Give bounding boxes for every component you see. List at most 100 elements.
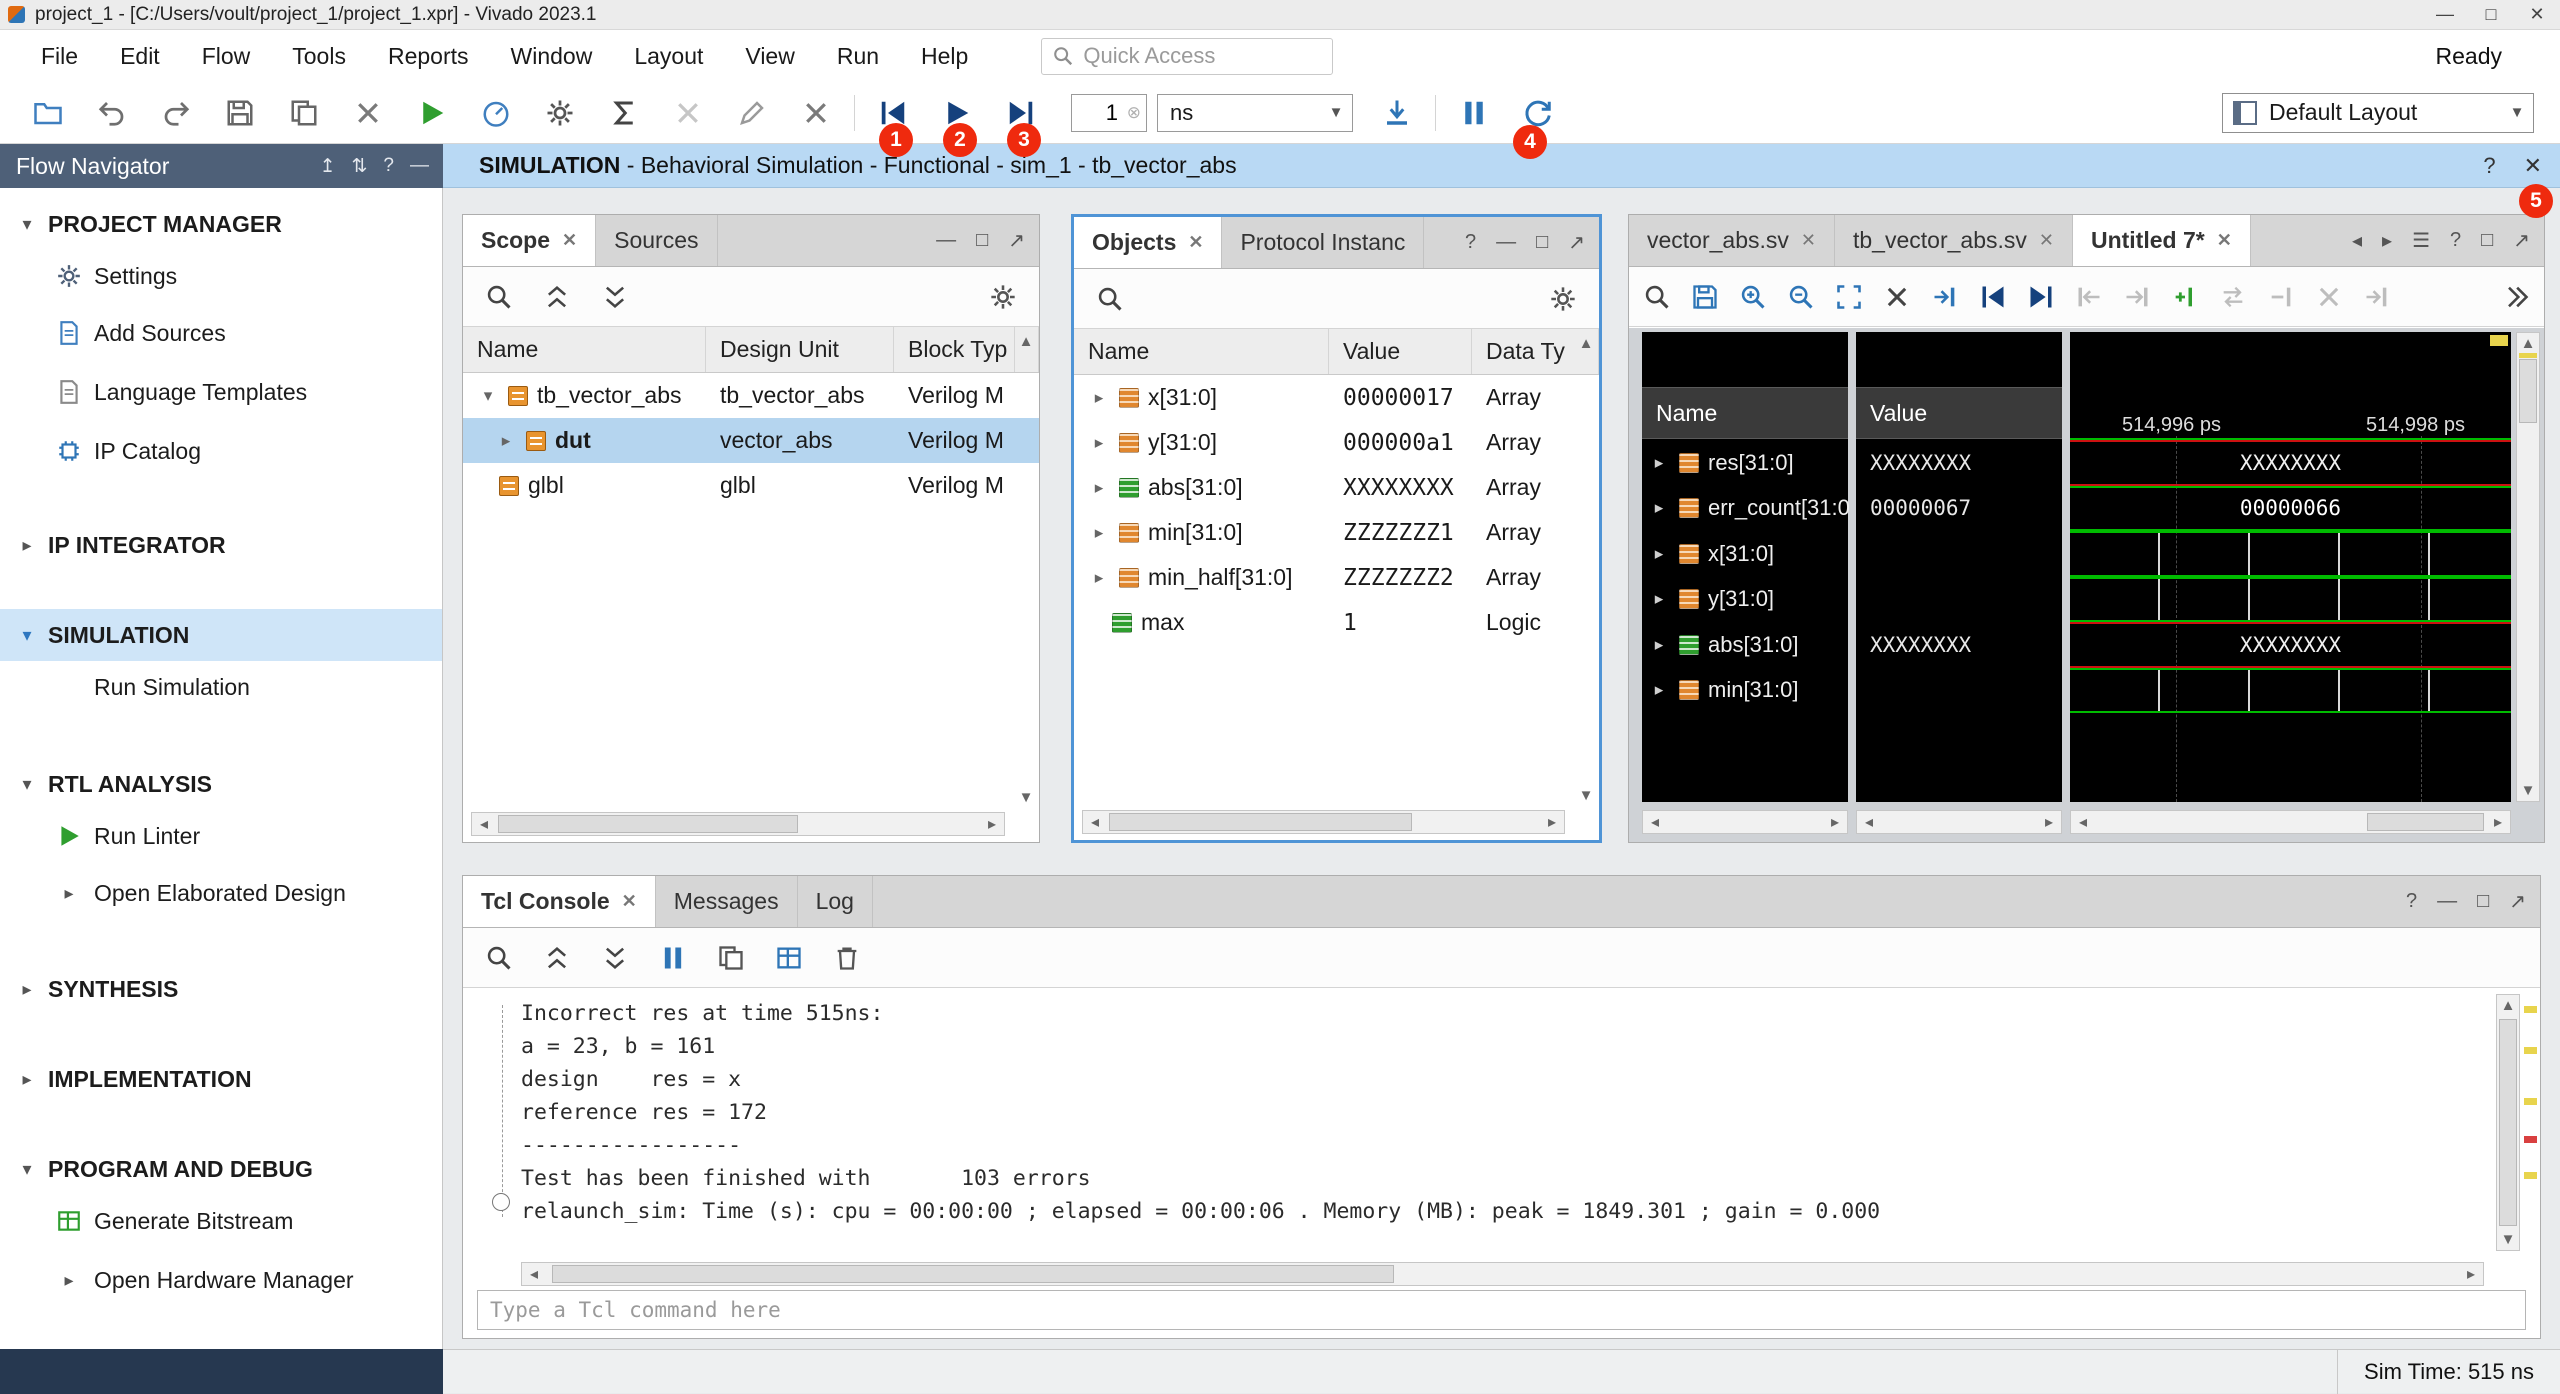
tab-untitled-7[interactable]: Untitled 7*✕	[2073, 215, 2251, 266]
column-name[interactable]: Name	[463, 327, 706, 372]
zoom-out-icon[interactable]	[1787, 283, 1815, 311]
layout-dropdown[interactable]: Default Layout ▼	[2222, 93, 2534, 133]
minimize-panel-icon[interactable]: —	[410, 155, 429, 178]
go-to-time-icon[interactable]	[1931, 283, 1959, 311]
chevron-right-icon[interactable]: ▸	[1648, 635, 1670, 655]
scrollbar-thumb[interactable]	[2519, 359, 2537, 423]
chevron-down-icon[interactable]: ▾	[14, 214, 40, 235]
search-icon[interactable]	[1643, 283, 1671, 311]
tab-list-icon[interactable]: ☰	[2412, 228, 2430, 253]
copy-icon[interactable]	[717, 944, 745, 972]
scroll-right-arrow[interactable]: ▸	[1823, 811, 1847, 833]
help-icon[interactable]: ?	[1465, 231, 1476, 254]
time-unit-select[interactable]: ns ▼	[1157, 94, 1353, 132]
search-icon[interactable]	[1096, 285, 1124, 313]
float-panel-icon[interactable]: ↗	[1568, 230, 1585, 255]
quick-access-box[interactable]	[1041, 38, 1333, 75]
chevron-down-icon[interactable]: ▾	[14, 1159, 40, 1180]
sum-report-icon[interactable]	[592, 90, 656, 136]
scrollbar-thumb[interactable]	[2499, 1019, 2517, 1226]
minimize-panel-icon[interactable]: —	[1496, 231, 1516, 254]
menu-edit[interactable]: Edit	[99, 30, 181, 82]
table-row[interactable]: max 1 Logic	[1074, 600, 1599, 645]
clear-console-icon[interactable]	[833, 944, 861, 972]
column-block-type[interactable]: Block Typ	[894, 327, 1015, 372]
nav-item-generate-bitstream[interactable]: Generate Bitstream	[0, 1195, 443, 1247]
maximize-panel-icon[interactable]: □	[976, 229, 988, 252]
name-column-scrollbar[interactable]: ◂▸	[1642, 810, 1848, 834]
close-icon[interactable]: ✕	[2039, 230, 2054, 251]
chevron-down-icon[interactable]: ▾	[14, 774, 40, 795]
save-icon[interactable]	[208, 90, 272, 136]
chevron-right-icon[interactable]: ▸	[1648, 589, 1670, 609]
scroll-right-arrow[interactable]: ▸	[2486, 811, 2510, 833]
close-icon[interactable]: ✕	[562, 230, 577, 251]
edit-icon[interactable]	[720, 90, 784, 136]
close-icon[interactable]: ✕	[622, 891, 637, 912]
menu-tools[interactable]: Tools	[271, 30, 367, 82]
nav-section-synthesis[interactable]: ▸SYNTHESIS	[0, 963, 443, 1015]
chevron-right-icon[interactable]: ▸	[1648, 453, 1670, 473]
quick-access-input[interactable]	[1083, 43, 1371, 69]
help-icon[interactable]: ?	[2483, 153, 2495, 179]
chevron-right-icon[interactable]: ▸	[1648, 544, 1670, 564]
chevron-right-icon[interactable]: ▸	[1088, 478, 1110, 498]
menu-window[interactable]: Window	[490, 30, 614, 82]
scrollbar-thumb[interactable]	[498, 815, 798, 833]
scroll-down-arrow[interactable]: ▼	[2517, 782, 2539, 799]
scroll-down-arrow[interactable]: ▼	[2497, 1231, 2519, 1248]
wave-row-abs[interactable]: XXXXXXXX	[2070, 622, 2511, 668]
tcl-command-input[interactable]	[490, 1298, 2525, 1322]
search-icon[interactable]	[485, 944, 513, 972]
nav-item-open-hardware-manager[interactable]: ▸Open Hardware Manager	[0, 1254, 443, 1306]
wave-signal-name[interactable]: ▸min[31:0]	[1642, 668, 1848, 714]
scroll-up-arrow[interactable]: ▲	[1575, 335, 1597, 352]
scroll-up-arrow[interactable]: ▲	[2517, 335, 2539, 352]
help-icon[interactable]: ?	[2406, 890, 2417, 913]
table-row[interactable]: ▸abs[31:0] XXXXXXXX Array	[1074, 465, 1599, 510]
wave-row-err-count[interactable]: 00000066	[2070, 486, 2511, 532]
chevron-right-icon[interactable]: ▸	[1088, 433, 1110, 453]
menu-run[interactable]: Run	[816, 30, 900, 82]
sim-pause-icon[interactable]	[1442, 90, 1506, 136]
redo-icon[interactable]	[144, 90, 208, 136]
fold-expander-icon[interactable]	[492, 1193, 510, 1211]
tab-scroll-left-icon[interactable]: ◂	[2352, 228, 2362, 253]
float-panel-icon[interactable]: ↗	[2513, 228, 2530, 253]
chevron-right-icon[interactable]: ▸	[1088, 523, 1110, 543]
table-row[interactable]: glbl glbl Verilog M	[463, 463, 1039, 508]
tab-messages[interactable]: Messages	[656, 876, 798, 927]
word-wrap-icon[interactable]	[775, 944, 803, 972]
scrollbar-thumb[interactable]	[552, 1265, 1394, 1283]
scroll-up-arrow[interactable]: ▲	[2497, 997, 2519, 1014]
scroll-down-arrow[interactable]: ▼	[1015, 789, 1037, 806]
nav-section-project-manager[interactable]: ▾PROJECT MANAGER	[0, 198, 443, 250]
nav-section-rtl-analysis[interactable]: ▾RTL ANALYSIS	[0, 758, 443, 810]
minimize-panel-icon[interactable]: —	[2437, 890, 2457, 913]
undo-icon[interactable]	[80, 90, 144, 136]
scroll-left-arrow[interactable]: ◂	[1083, 811, 1107, 833]
table-row[interactable]: ▸y[31:0] 000000a1 Array	[1074, 420, 1599, 465]
nav-section-ip-integrator[interactable]: ▸IP INTEGRATOR	[0, 519, 443, 571]
wave-scrollbar[interactable]: ◂ ▸	[2070, 810, 2511, 834]
sim-relaunch-icon[interactable]	[1365, 90, 1429, 136]
menu-reports[interactable]: Reports	[367, 30, 490, 82]
tab-tcl-console[interactable]: Tcl Console✕	[463, 876, 656, 927]
collapse-all-icon[interactable]	[543, 283, 571, 311]
window-close-icon[interactable]: ✕	[2514, 0, 2560, 29]
tab-scroll-right-icon[interactable]: ▸	[2382, 228, 2392, 253]
collapse-all-icon[interactable]: ↥	[320, 155, 336, 178]
collapse-all-icon[interactable]	[543, 944, 571, 972]
horizontal-scrollbar[interactable]: ◂ ▸	[1082, 810, 1565, 834]
column-name[interactable]: Name	[1074, 329, 1329, 374]
scroll-left-arrow[interactable]: ◂	[522, 1263, 546, 1285]
design-runs-icon[interactable]	[464, 90, 528, 136]
help-icon[interactable]: ?	[2450, 229, 2461, 252]
scroll-right-arrow[interactable]: ▸	[980, 813, 1004, 835]
tab-log[interactable]: Log	[798, 876, 873, 927]
scroll-up-arrow[interactable]: ▲	[1015, 333, 1037, 350]
vertical-scrollbar[interactable]: ▲ ▼	[2516, 332, 2540, 802]
column-design-unit[interactable]: Design Unit	[706, 327, 894, 372]
nav-section-program-and-debug[interactable]: ▾PROGRAM AND DEBUG	[0, 1143, 443, 1195]
menu-file[interactable]: File	[20, 30, 99, 82]
